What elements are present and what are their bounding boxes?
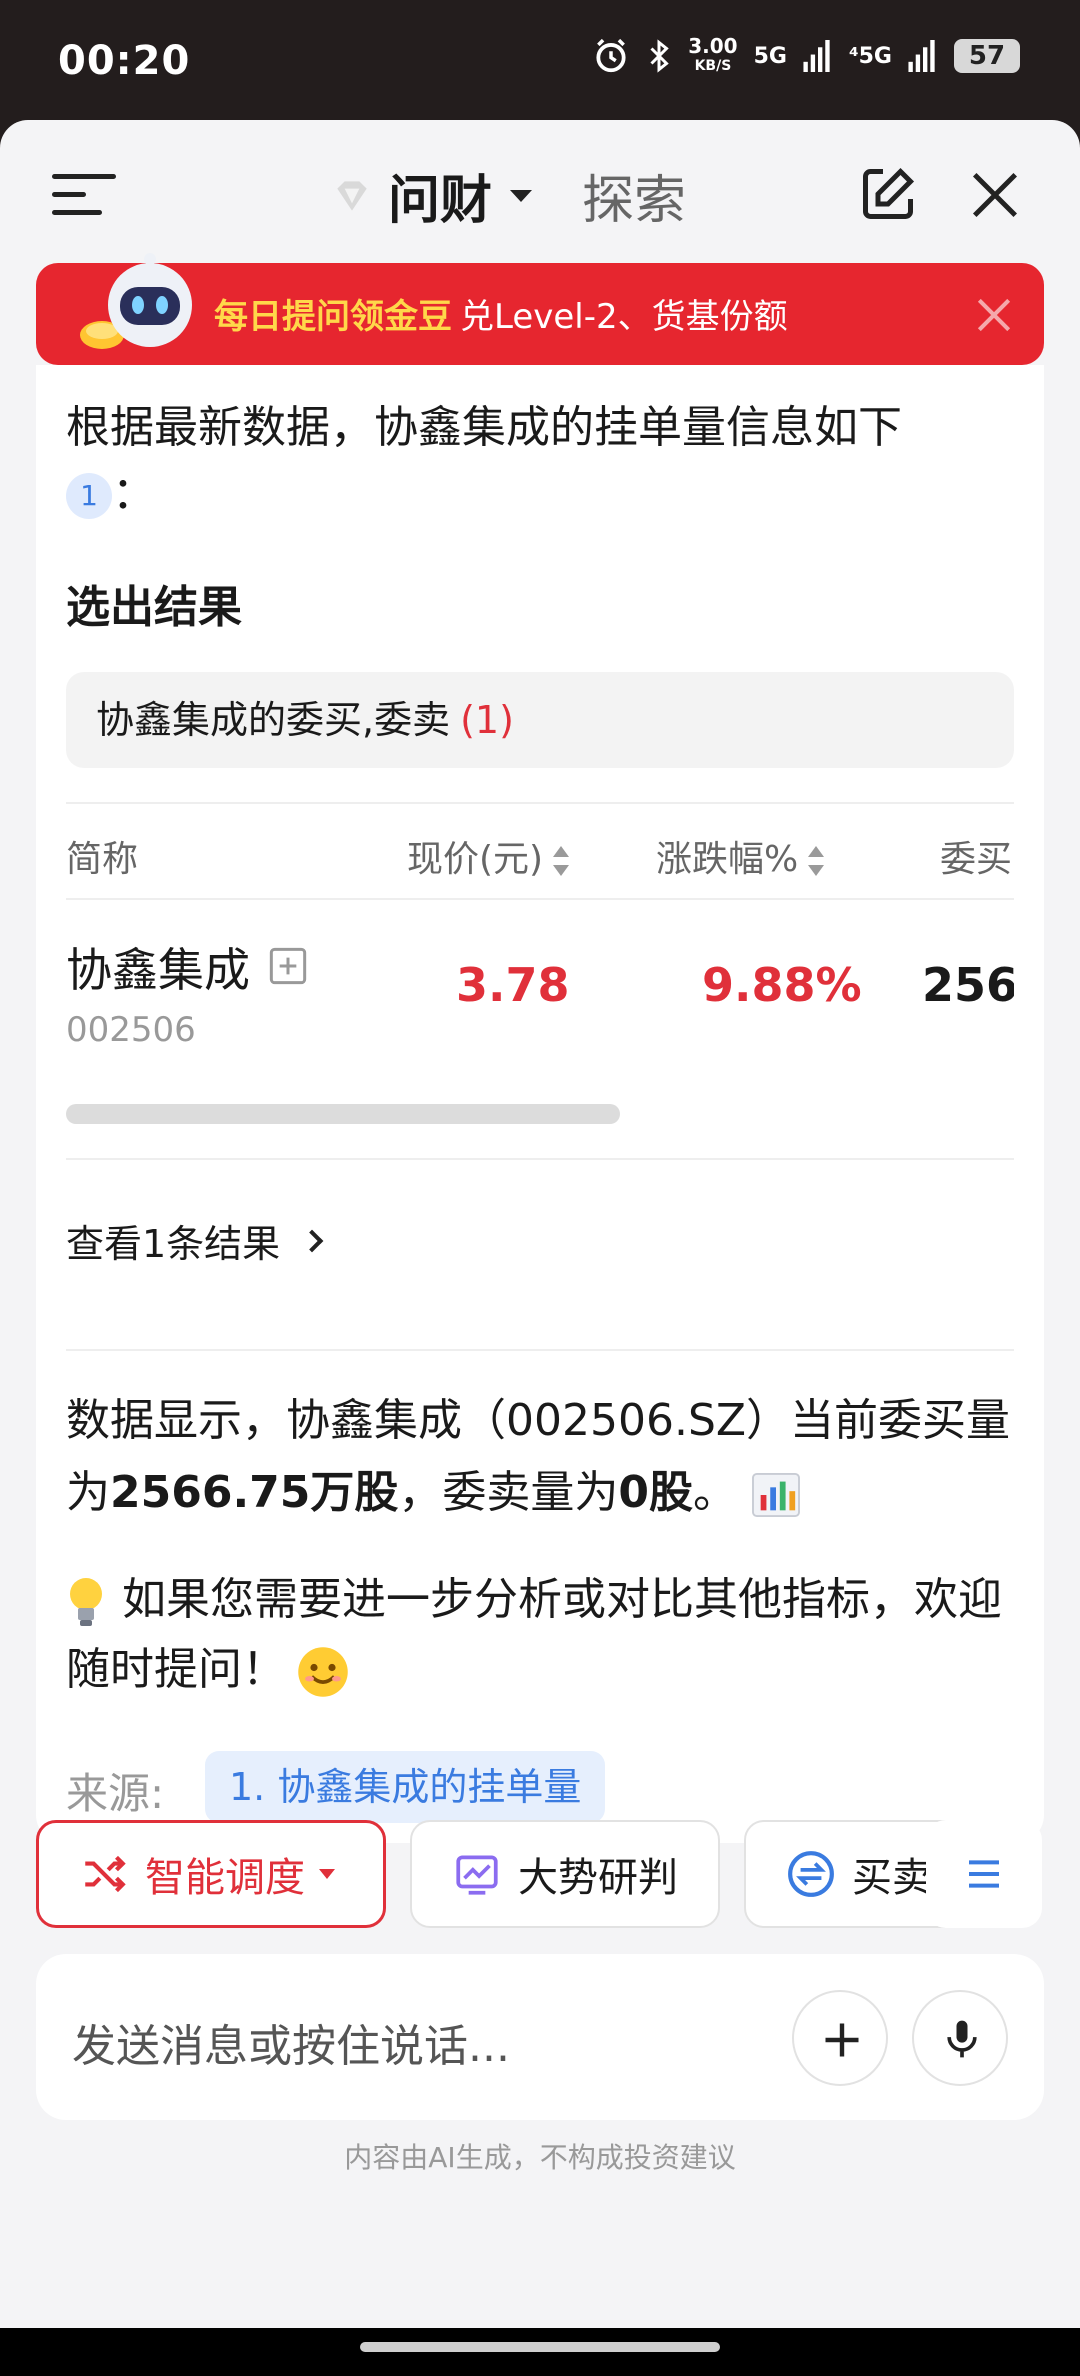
col-header-change-label: 涨跌幅%: [656, 839, 799, 880]
home-indicator[interactable]: [360, 2342, 720, 2352]
banner-close-icon[interactable]: [972, 293, 1016, 337]
status-time: 00:20: [58, 38, 191, 84]
promo-banner[interactable]: 每日提问领金豆 兑Level-2、货基份额: [36, 253, 1044, 365]
banner-text: 每日提问领金豆 兑Level-2、货基份额: [214, 289, 788, 338]
chevron-down-icon[interactable]: [510, 189, 533, 202]
citation-badge[interactable]: 1: [66, 473, 112, 519]
tab-explore[interactable]: 探索: [582, 158, 686, 233]
microphone-icon: [947, 2020, 977, 2058]
shuffle-icon: [85, 1855, 126, 1893]
query-count: (1): [460, 698, 514, 742]
signal-icon-2: [908, 40, 935, 72]
message-input[interactable]: 发送消息或按住说话...: [72, 2010, 510, 2074]
table-divider: [66, 1158, 1014, 1160]
sort-icon[interactable]: [553, 846, 570, 876]
chip-smart-dispatch[interactable]: 智能调度: [36, 1820, 386, 1928]
list-menu-icon: [969, 1860, 999, 1888]
voice-button[interactable]: [912, 1990, 1008, 2086]
signal-label-2: ⁴5G: [848, 43, 892, 69]
view-more-link[interactable]: 查看1条结果: [66, 1213, 324, 1268]
main-sheet: 问财 探索 每日提问领金豆 兑Level-2、货基份额 根据最新数据，协鑫集成的挂…: [0, 120, 1080, 2330]
result-table: 简称 现价(元) 涨跌幅% 委买 协鑫集成 002506 3.78 9.88% …: [66, 802, 1014, 1172]
col-header-price[interactable]: 现价(元): [407, 830, 570, 882]
smile-emoji-icon: [298, 1647, 348, 1697]
net-speed: 3.00 KB/S: [688, 36, 737, 76]
intro-text: 根据最新数据，协鑫集成的挂单量信息如下: [66, 402, 902, 453]
ask-volume: 0股: [618, 1467, 694, 1518]
system-nav-bar: [0, 2328, 1080, 2376]
col-header-change[interactable]: 涨跌幅%: [656, 830, 825, 882]
add-button[interactable]: [792, 1990, 888, 2086]
status-bar: 00:20 3.00 KB/S 5G ⁴5G 57: [0, 0, 1080, 120]
section-title: 选出结果: [66, 582, 242, 633]
followup-body: 如果您需要进一步分析或对比其他指标，欢迎随时提问！: [66, 1574, 1002, 1695]
brand-title[interactable]: 问财: [388, 158, 492, 233]
banner-highlight: 每日提问领金豆: [214, 297, 452, 337]
battery-icon: 57: [954, 39, 1020, 73]
robot-mascot-icon: [80, 253, 192, 349]
alarm-icon: [596, 38, 626, 73]
menu-icon[interactable]: [52, 170, 116, 218]
sort-icon[interactable]: [808, 846, 825, 876]
answer-card: 根据最新数据，协鑫集成的挂单量信息如下 1： 选出结果 协鑫集成的委买,委卖 (1…: [36, 365, 1044, 1913]
bid-volume: 2566.75万股: [110, 1467, 399, 1518]
stock-bid: 2566.7: [922, 958, 1014, 1012]
chip-trend[interactable]: 大势研判: [410, 1820, 720, 1928]
stock-change: 9.88%: [702, 958, 862, 1012]
bar-chart-icon: [752, 1472, 800, 1518]
lightbulb-icon: [70, 1578, 102, 1626]
chip-trend-label: 大势研判: [518, 1855, 678, 1901]
chevron-right-icon: [300, 1229, 324, 1252]
quick-chips: 智能调度 大势研判 买卖: [0, 1820, 1080, 1930]
summary-part: 。: [693, 1467, 738, 1518]
net-speed-value: 3.00: [688, 34, 738, 58]
divider: [66, 1349, 1014, 1351]
stock-price: 3.78: [456, 958, 570, 1012]
plus-icon: [825, 2023, 859, 2057]
table-divider: [66, 898, 1014, 900]
query-box[interactable]: 协鑫集成的委买,委卖 (1): [66, 672, 1014, 768]
stock-name[interactable]: 协鑫集成: [66, 934, 250, 1000]
view-more-label: 查看1条结果: [66, 1222, 281, 1266]
query-text: 协鑫集成的委买,委卖: [96, 698, 451, 742]
col-header-bid: 委买: [940, 839, 1013, 880]
source-label: 来源:: [66, 1769, 165, 1818]
exchange-icon: [788, 1851, 834, 1897]
stock-code: 002506: [66, 1010, 196, 1050]
intro-colon: ：: [112, 468, 156, 519]
chevron-down-icon: [319, 1869, 335, 1879]
summary-part: ，委卖量为: [398, 1467, 619, 1518]
banner-body: 兑Level-2、货基份额: [460, 297, 788, 337]
chip-smart-label: 智能调度: [145, 1855, 305, 1901]
signal-label-1: 5G: [753, 43, 787, 69]
message-input-bar: 发送消息或按住说话...: [36, 1954, 1044, 2120]
ai-disclaimer: 内容由AI生成，不构成投资建议: [344, 2141, 736, 2174]
net-speed-unit: KB/S: [694, 58, 732, 74]
status-icons: 3.00 KB/S 5G ⁴5G 57: [592, 36, 1020, 76]
table-divider: [66, 802, 1014, 804]
edit-icon[interactable]: [858, 164, 918, 224]
bluetooth-icon: [650, 39, 669, 73]
chip-menu-button[interactable]: [926, 1820, 1042, 1928]
followup-text: 如果您需要进一步分析或对比其他指标，欢迎随时提问！: [66, 1565, 1016, 1705]
summary-text: 数据显示，协鑫集成（002506.SZ）当前委买量为2566.75万股，委卖量为…: [66, 1385, 1016, 1529]
add-watchlist-icon[interactable]: [268, 946, 308, 986]
col-header-name: 简称: [66, 839, 139, 880]
gem-icon: [337, 180, 367, 211]
close-icon[interactable]: [968, 168, 1022, 222]
signal-icon: [803, 40, 830, 72]
source-chip[interactable]: 1. 协鑫集成的挂单量: [205, 1751, 606, 1823]
answer-intro: 根据最新数据，协鑫集成的挂单量信息如下 1：: [66, 395, 1016, 527]
chip-trade-label: 买卖: [852, 1855, 932, 1901]
col-header-price-label: 现价(元): [407, 839, 544, 880]
trend-chart-icon: [456, 1855, 498, 1895]
brand: 问财 探索: [330, 158, 686, 233]
table-scrollbar[interactable]: [66, 1104, 620, 1124]
